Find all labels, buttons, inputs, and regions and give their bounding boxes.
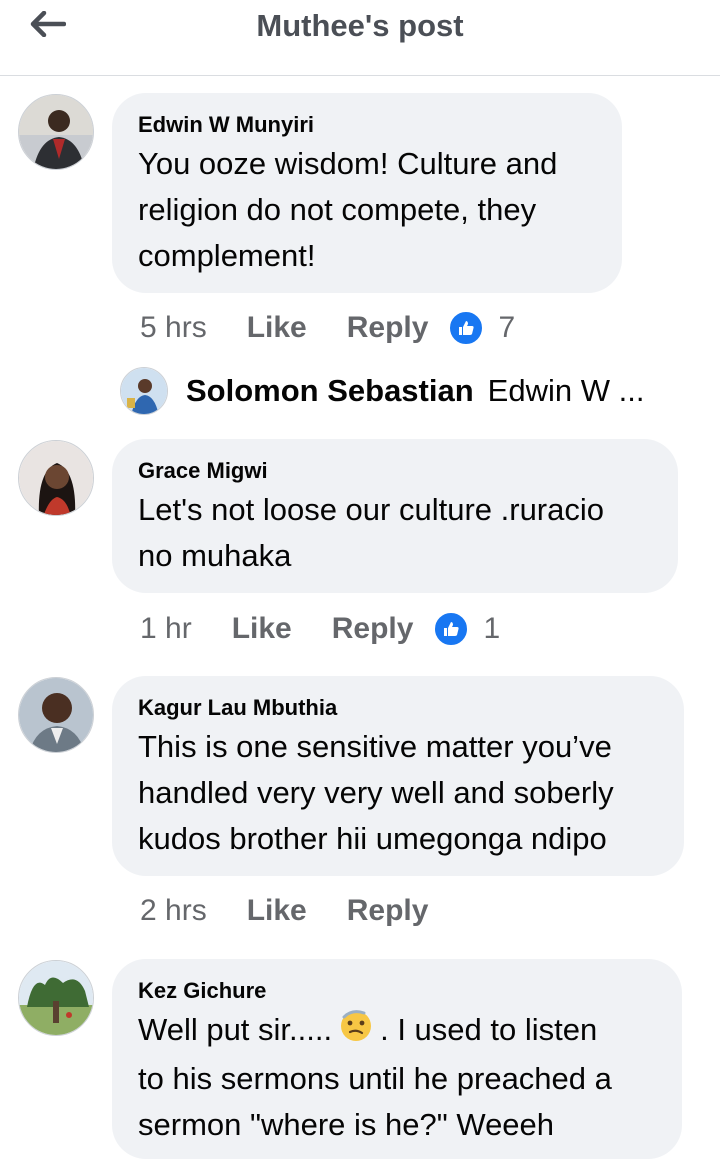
comment-bubble: Kagur Lau Mbuthia This is one sensitive … [112, 676, 684, 876]
reply-preview[interactable]: Solomon Sebastian Edwin W ... [120, 364, 644, 418]
reaction-summary[interactable]: 1 [433, 611, 500, 647]
comment-text: This is one sensitive matter you’ve hand… [138, 729, 614, 856]
comment-timestamp[interactable]: 1 hr [140, 612, 192, 646]
avatar[interactable] [18, 94, 94, 170]
comment-text: Let's not loose our culture .ruracio no … [138, 492, 604, 573]
comment-bubble: Edwin W Munyiri You ooze wisdom! Culture… [112, 93, 622, 293]
reply-author[interactable]: Solomon Sebastian [186, 373, 474, 409]
reaction-count: 1 [483, 612, 501, 645]
reply-button[interactable]: Reply [332, 612, 414, 646]
reply-snippet: Edwin W ... [487, 373, 645, 408]
comment-timestamp[interactable]: 5 hrs [140, 311, 207, 345]
thinking-face-emoji [338, 1007, 374, 1056]
page-title: Muthee's post [256, 8, 464, 43]
comment-author[interactable]: Kagur Lau Mbuthia [138, 694, 658, 722]
comment-timestamp[interactable]: 2 hrs [140, 894, 207, 928]
like-reaction-icon [433, 611, 470, 647]
reply-button[interactable]: Reply [347, 894, 429, 928]
comment-text: Well put sir...... I used to listen to h… [138, 1007, 656, 1148]
reaction-summary[interactable]: 7 [448, 310, 515, 346]
avatar[interactable] [18, 677, 94, 753]
avatar[interactable] [18, 960, 94, 1036]
comment-bubble: Kez Gichure Well put sir...... I used to… [112, 959, 682, 1159]
like-button[interactable]: Like [232, 612, 292, 646]
top-bar: Muthee's post [0, 0, 720, 76]
reply-button[interactable]: Reply [347, 311, 429, 345]
like-button[interactable]: Like [247, 311, 307, 345]
comment-actions: 2 hrs Like Reply [140, 891, 428, 931]
comment-author[interactable]: Grace Migwi [138, 457, 652, 485]
comment-bubble: Grace Migwi Let's not loose our culture … [112, 439, 678, 593]
comment-author[interactable]: Edwin W Munyiri [138, 111, 596, 139]
comment-text: You ooze wisdom! Culture and religion do… [138, 146, 558, 273]
avatar[interactable] [18, 440, 94, 516]
comment-actions: 1 hr Like Reply 1 [140, 609, 500, 649]
reaction-count: 7 [498, 311, 516, 344]
avatar[interactable] [120, 367, 168, 415]
comment-author[interactable]: Kez Gichure [138, 977, 656, 1005]
like-reaction-icon [448, 310, 485, 346]
comment-actions: 5 hrs Like Reply 7 [140, 308, 515, 348]
like-button[interactable]: Like [247, 894, 307, 928]
